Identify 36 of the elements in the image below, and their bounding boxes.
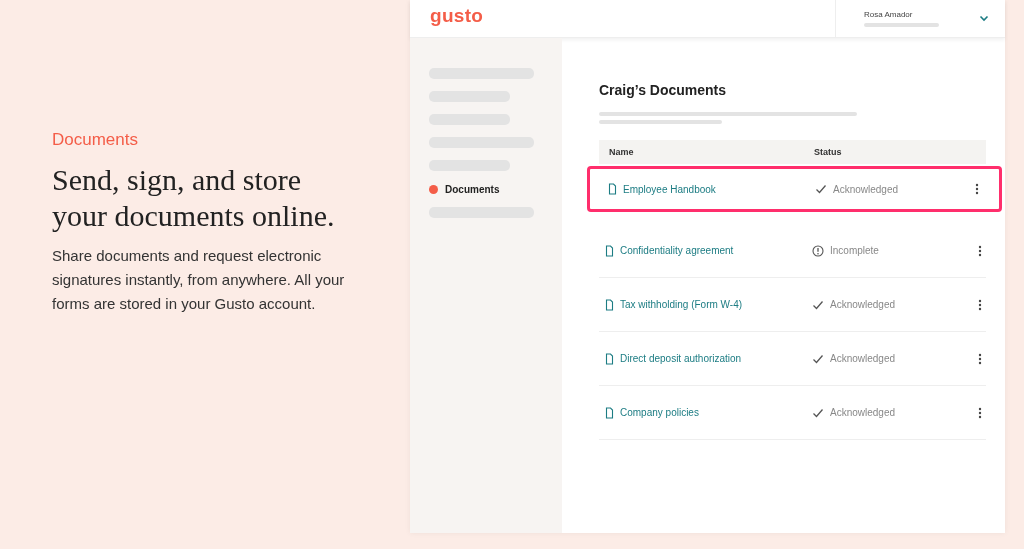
document-icon [604, 406, 614, 419]
status-text: Acknowledged [830, 299, 896, 310]
sidebar-item[interactable]: Documents [429, 183, 500, 195]
document-icon [607, 183, 617, 195]
document-link[interactable]: Company policies [620, 407, 699, 418]
column-header: Status [814, 147, 842, 157]
status-text: Incomplete [830, 245, 879, 256]
column-header: Name [608, 147, 635, 157]
checkmark-icon [812, 406, 824, 419]
document-link[interactable]: Direct deposit authorization [620, 353, 742, 364]
user-menu[interactable]: Rosa Amador [835, 0, 1005, 37]
document-link[interactable]: Tax withholding (Form W-4) [620, 299, 743, 310]
document-icon [604, 244, 614, 257]
headline: Send, sign, and store your documents online. [52, 162, 336, 234]
document-icon [604, 298, 614, 311]
status-text: Acknowledged [833, 183, 899, 195]
document-icon [604, 352, 614, 365]
chevron-down-icon [979, 15, 989, 22]
description: Share documents and request electronic signatures instantly, from anywhere. All your forms are stored in your Gusto account. [52, 246, 346, 314]
user-name: Rosa Amador [864, 10, 914, 19]
checkmark-icon [812, 298, 824, 311]
status-text: Acknowledged [830, 407, 896, 418]
more-icon[interactable] [978, 352, 982, 365]
checkmark-icon [815, 183, 827, 195]
more-icon[interactable] [978, 406, 982, 419]
section-label: Documents [52, 130, 139, 150]
more-icon[interactable] [975, 183, 979, 195]
more-icon[interactable] [978, 298, 982, 311]
document-link[interactable]: Confidentiality agreement [620, 245, 734, 256]
page-title: Craig’s Documents [599, 82, 728, 98]
logo[interactable]: gusto [410, 0, 484, 37]
document-link[interactable]: Employee Handbook [623, 183, 716, 195]
status-text: Acknowledged [830, 353, 896, 364]
alert-icon [812, 244, 824, 257]
checkmark-icon [812, 352, 824, 365]
more-icon[interactable] [978, 244, 982, 257]
